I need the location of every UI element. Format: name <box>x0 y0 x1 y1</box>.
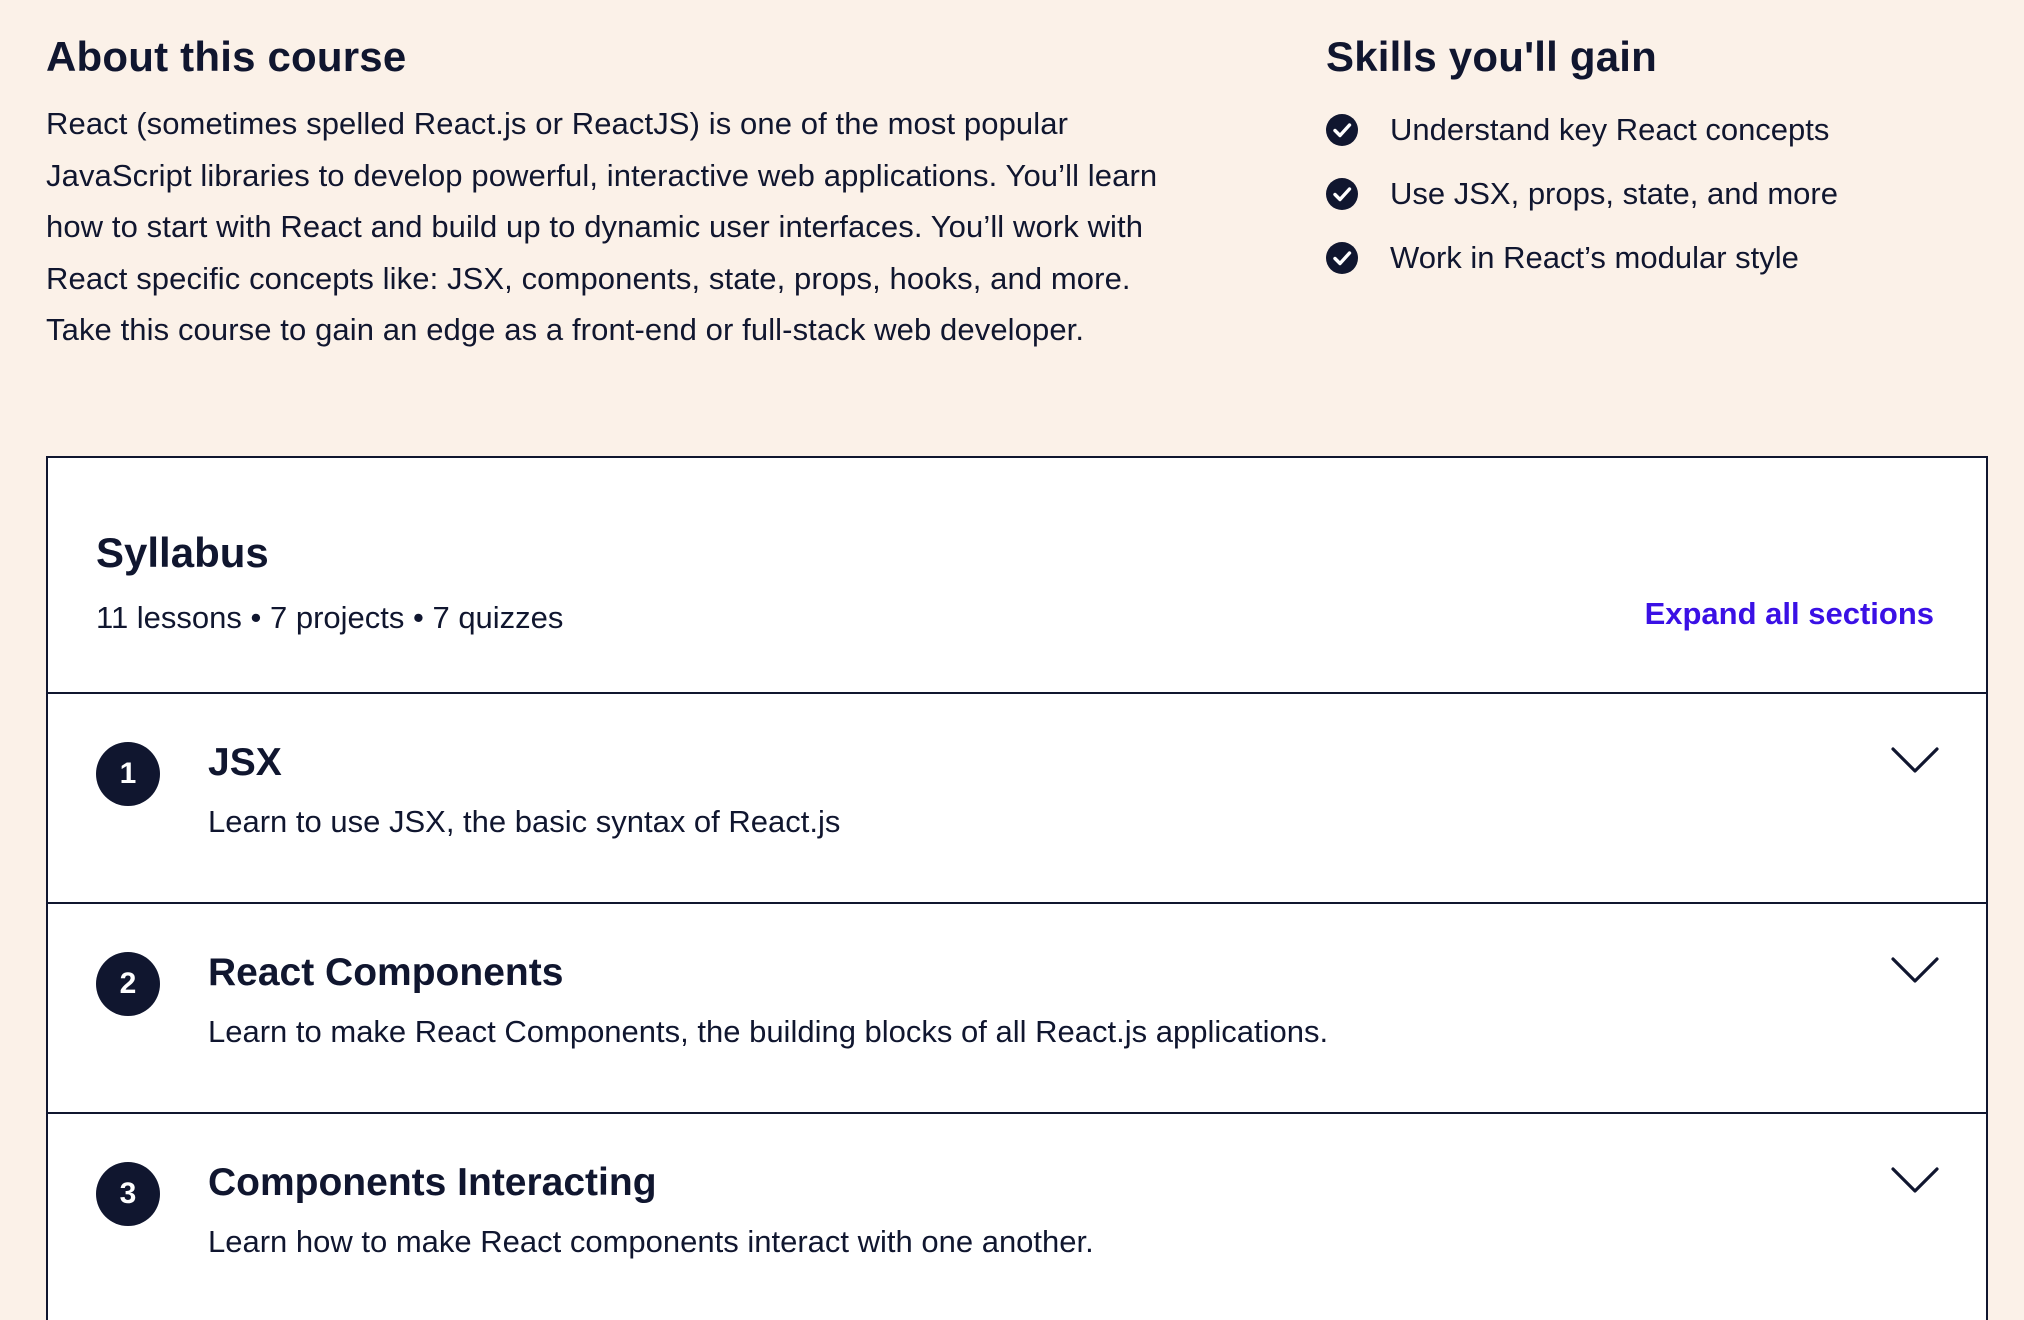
skill-item: Use JSX, props, state, and more <box>1326 162 1986 226</box>
chevron-down-icon[interactable] <box>1890 954 1940 988</box>
syllabus-title: Syllabus <box>96 529 269 576</box>
about-line: Take this course to gain an edge as a fr… <box>46 312 1085 347</box>
syllabus-meta: 11 lessons • 7 projects • 7 quizzes <box>96 600 564 635</box>
chevron-down-icon[interactable] <box>1890 744 1940 778</box>
skill-item: Understand key React concepts <box>1326 98 1986 162</box>
check-circle-icon <box>1326 114 1358 146</box>
skills-section: Skills you'll gain Understand key React … <box>1326 30 1986 290</box>
chevron-down-icon[interactable] <box>1890 1164 1940 1198</box>
about-line: React (sometimes spelled React.js or Rea… <box>46 106 1069 141</box>
syllabus-header: Syllabus 11 lessons • 7 projects • 7 qui… <box>48 458 1986 694</box>
module-title: React Components <box>208 951 564 994</box>
module-number-badge: 3 <box>96 1162 160 1226</box>
about-title: About this course <box>46 33 407 80</box>
about-description: React (sometimes spelled React.js or Rea… <box>46 98 1246 356</box>
expand-all-sections-button[interactable]: Expand all sections <box>1645 594 1934 634</box>
syllabus-module[interactable]: 3 Components Interacting Learn how to ma… <box>48 1114 1986 1320</box>
module-number-badge: 2 <box>96 952 160 1016</box>
skill-item: Work in React’s modular style <box>1326 226 1986 290</box>
module-title: JSX <box>208 741 282 784</box>
about-section: About this course React (sometimes spell… <box>46 30 1246 356</box>
skills-list: Understand key React concepts Use JSX, p… <box>1326 98 1986 290</box>
course-page: About this course React (sometimes spell… <box>0 0 2024 1320</box>
syllabus-card: Syllabus 11 lessons • 7 projects • 7 qui… <box>46 456 1988 1320</box>
skills-title: Skills you'll gain <box>1326 33 1658 80</box>
check-circle-icon <box>1326 178 1358 210</box>
about-line: JavaScript libraries to develop powerful… <box>46 157 1158 193</box>
module-description: Learn to make React Components, the buil… <box>208 1014 1329 1049</box>
module-description: Learn to use JSX, the basic syntax of Re… <box>208 804 841 839</box>
skill-label: Work in React’s modular style <box>1390 240 1799 275</box>
module-number-badge: 1 <box>96 742 160 806</box>
module-title: Components Interacting <box>208 1161 657 1204</box>
syllabus-module[interactable]: 1 JSX Learn to use JSX, the basic syntax… <box>48 694 1986 904</box>
check-circle-icon <box>1326 242 1358 274</box>
about-line: how to start with React and build up to … <box>46 209 1144 244</box>
skill-label: Use JSX, props, state, and more <box>1390 176 1838 211</box>
about-line: React specific concepts like: JSX, compo… <box>46 260 1131 296</box>
module-description: Learn how to make React components inter… <box>208 1224 1094 1259</box>
skill-label: Understand key React concepts <box>1390 112 1830 147</box>
syllabus-module[interactable]: 2 React Components Learn to make React C… <box>48 904 1986 1114</box>
